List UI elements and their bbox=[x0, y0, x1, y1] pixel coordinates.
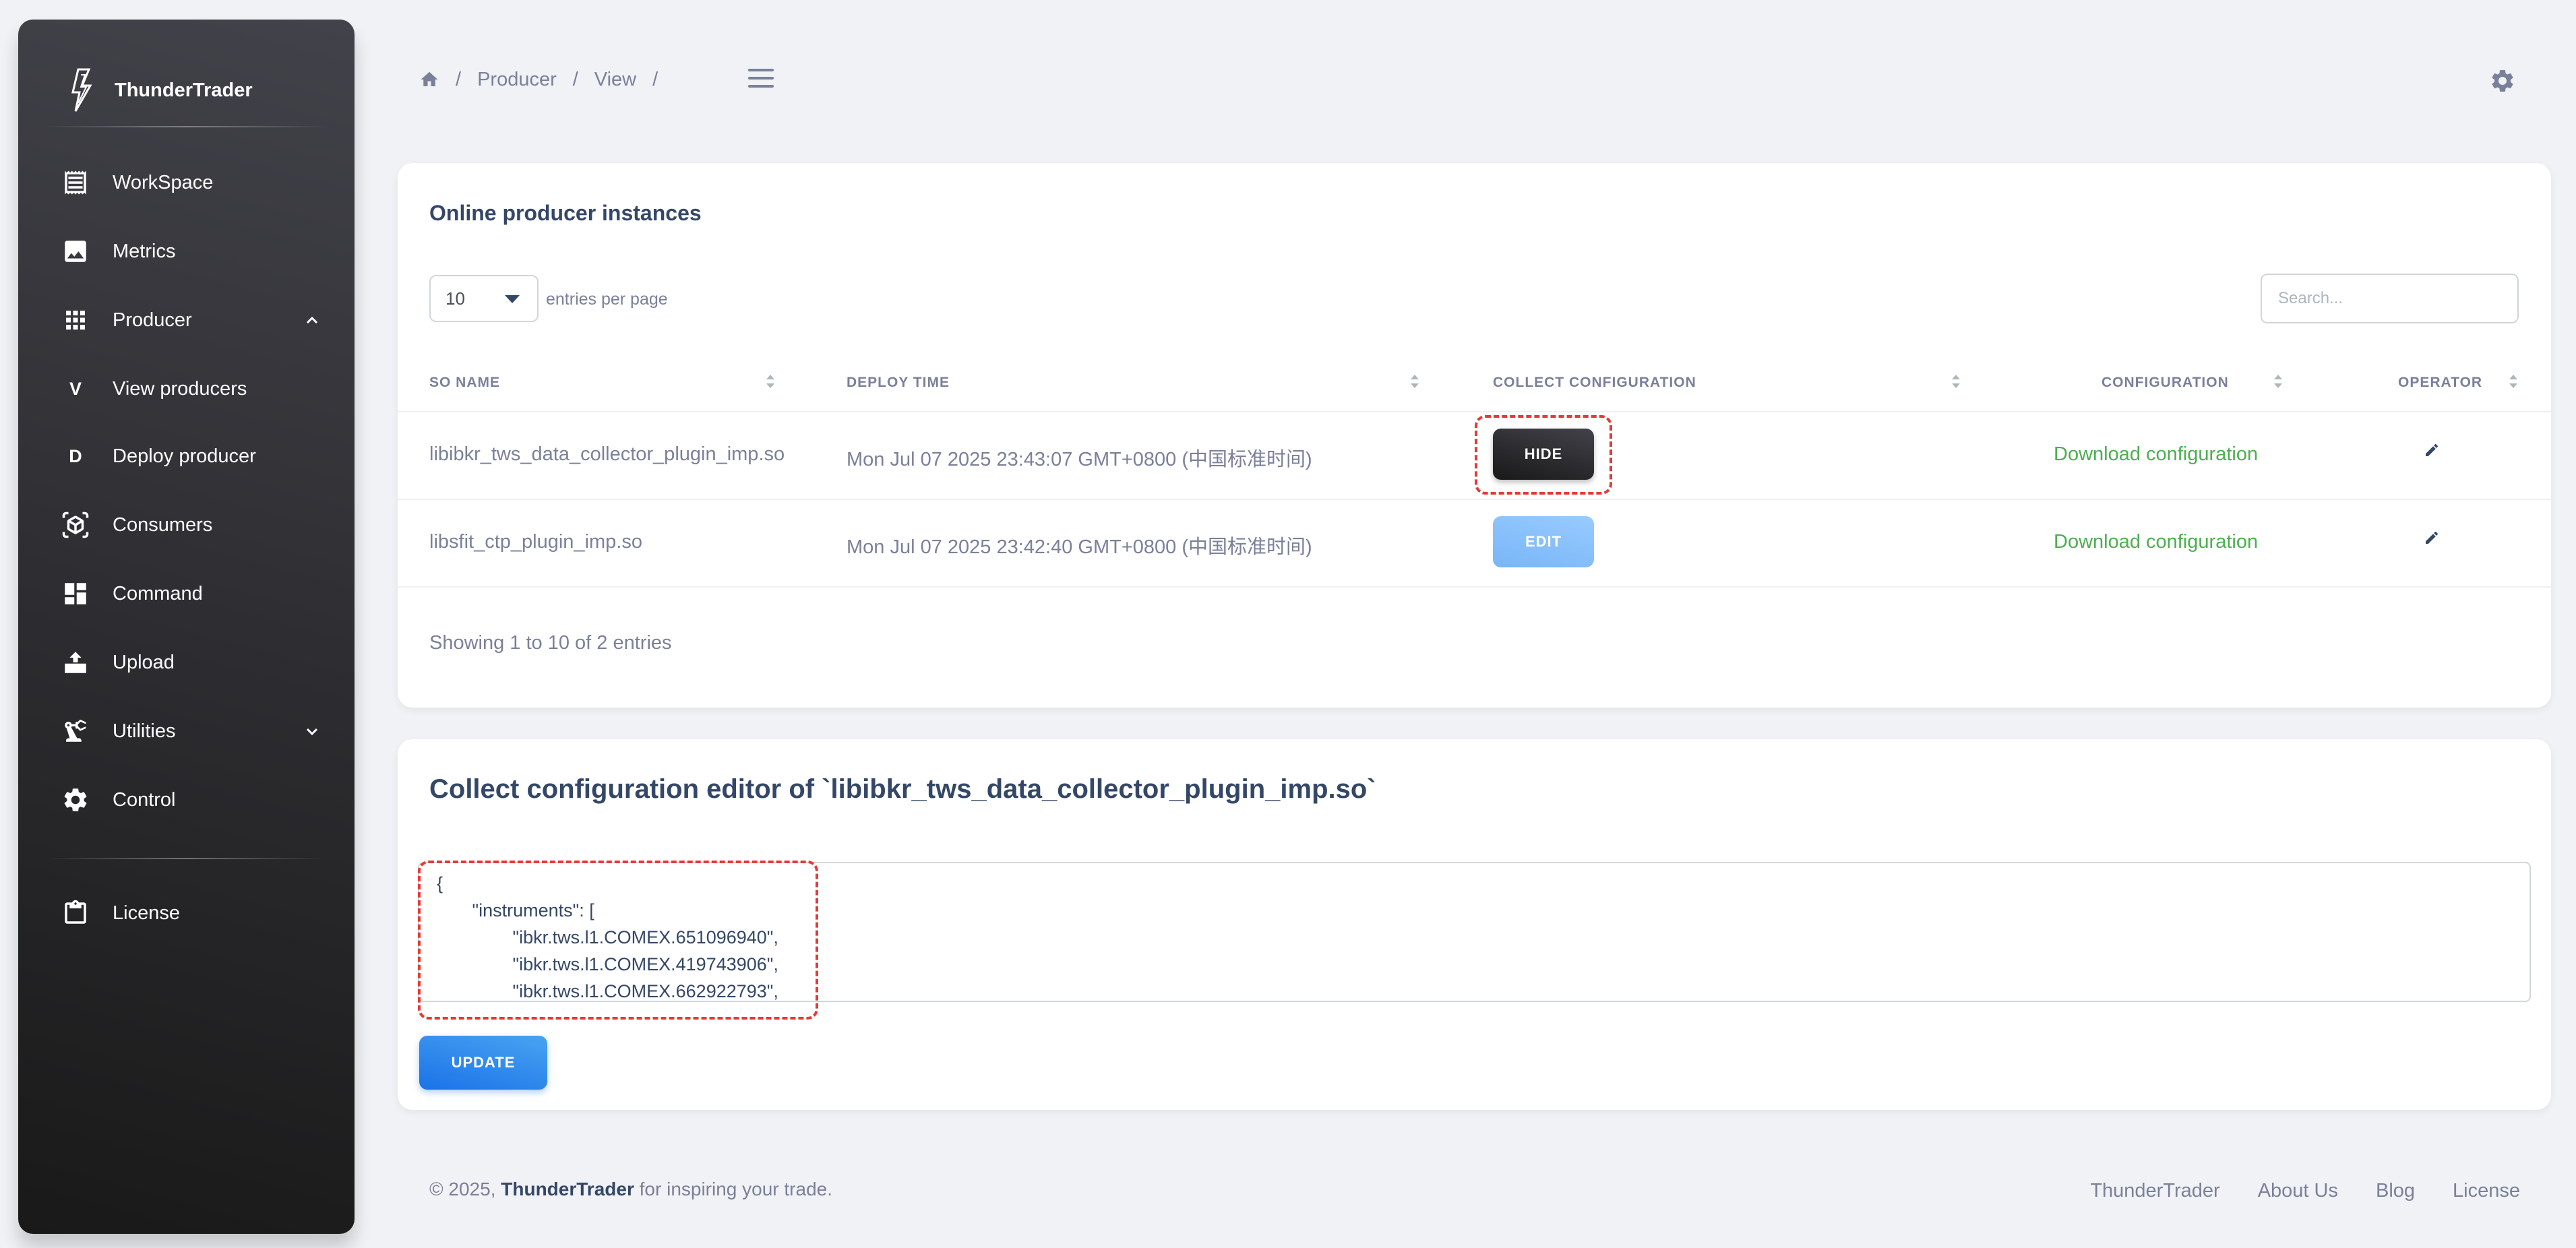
sidebar-item-label: Deploy producer bbox=[113, 445, 256, 467]
breadcrumb-separator: / bbox=[456, 68, 462, 90]
sidebar-item-workspace[interactable]: WorkSpace bbox=[59, 156, 328, 210]
brand[interactable]: ThunderTrader bbox=[69, 60, 253, 121]
clipboard-icon bbox=[59, 896, 92, 930]
editor-line: "ibkr.tws.l1.COMEX.662922793", bbox=[437, 981, 778, 1001]
sidebar-item-letter: D bbox=[69, 445, 82, 466]
footer-brand-link[interactable]: ThunderTrader bbox=[501, 1179, 634, 1199]
sidebar-item-label: Control bbox=[113, 788, 176, 811]
sidebar-item-upload[interactable]: Upload bbox=[59, 635, 328, 689]
sidebar-item-label: License bbox=[113, 902, 180, 924]
column-header-configuration[interactable]: CONFIGURATION bbox=[2102, 375, 2229, 391]
dashboard-icon bbox=[59, 577, 92, 611]
sidebar-item-label: View producers bbox=[113, 377, 247, 400]
copyright-suffix: for inspiring your trade. bbox=[639, 1179, 832, 1199]
search-input[interactable] bbox=[2261, 274, 2519, 323]
footer-link-license[interactable]: License bbox=[2453, 1180, 2520, 1202]
sort-icon[interactable] bbox=[764, 372, 776, 391]
entries-per-page-value: 10 bbox=[446, 288, 465, 309]
sidebar-item-label: Producer bbox=[113, 309, 192, 331]
sort-icon[interactable] bbox=[1950, 372, 1962, 391]
config-json-textarea[interactable]: { "instruments": [ "ibkr.tws.l1.COMEX.65… bbox=[418, 862, 2531, 1002]
column-header-so-name[interactable]: SO NAME bbox=[429, 375, 500, 391]
sidebar-divider bbox=[45, 126, 327, 127]
column-header-deploy-time[interactable]: DEPLOY TIME bbox=[847, 375, 950, 391]
download-configuration-link[interactable]: Download configuration bbox=[2054, 443, 2258, 466]
table-divider bbox=[398, 586, 2551, 588]
sort-icon[interactable] bbox=[2272, 372, 2284, 391]
producer-instances-card: Online producer instances 10 entries per… bbox=[398, 163, 2551, 708]
sidebar-item-label: Consumers bbox=[113, 513, 213, 536]
table-divider bbox=[398, 411, 2551, 412]
lightning-logo-icon bbox=[69, 68, 97, 113]
sidebar-item-producer[interactable]: Producer bbox=[59, 293, 328, 347]
entries-per-page-select[interactable]: 10 bbox=[429, 275, 539, 322]
sidebar-item-metrics[interactable]: Metrics bbox=[59, 224, 328, 278]
settings-gear-icon[interactable] bbox=[2489, 67, 2516, 94]
gear-icon bbox=[59, 783, 92, 817]
breadcrumb-item-view[interactable]: View bbox=[594, 69, 636, 91]
edit-collect-config-button[interactable]: EDIT bbox=[1493, 516, 1594, 567]
sidebar-item-deploy-producer[interactable]: D Deploy producer bbox=[59, 429, 328, 483]
sidebar-item-consumers[interactable]: Consumers bbox=[59, 498, 328, 552]
sidebar-divider bbox=[45, 858, 327, 859]
sidebar-item-label: Metrics bbox=[113, 240, 176, 262]
hide-collect-config-button[interactable]: HIDE bbox=[1493, 429, 1594, 480]
upload-icon bbox=[59, 646, 92, 679]
chevron-down-icon bbox=[303, 722, 321, 741]
caret-down-icon bbox=[505, 295, 520, 303]
sidebar-item-command[interactable]: Command bbox=[59, 567, 328, 621]
sort-icon[interactable] bbox=[2507, 372, 2519, 391]
pagination-info: Showing 1 to 10 of 2 entries bbox=[429, 632, 672, 654]
precision-manufacturing-icon bbox=[59, 714, 92, 748]
column-header-operator[interactable]: OPERATOR bbox=[2398, 375, 2482, 391]
menu-toggle-icon[interactable] bbox=[747, 65, 776, 92]
sidebar-item-label: Command bbox=[113, 582, 203, 604]
sort-icon[interactable] bbox=[1409, 372, 1421, 391]
sidebar-item-letter: V bbox=[69, 378, 82, 399]
column-header-collect-configuration[interactable]: COLLECT CONFIGURATION bbox=[1493, 375, 1696, 391]
card-title: Online producer instances bbox=[429, 201, 702, 225]
view-in-ar-icon bbox=[59, 508, 92, 542]
image-icon bbox=[59, 235, 92, 268]
home-icon[interactable] bbox=[419, 69, 439, 90]
footer-link-thundertrader[interactable]: ThunderTrader bbox=[2090, 1180, 2219, 1202]
footer-copyright: © 2025, ThunderTrader for inspiring your… bbox=[429, 1179, 832, 1200]
apps-grid-icon bbox=[59, 303, 92, 337]
deploy-time-cell: Mon Jul 07 2025 23:43:07 GMT+0800 (中国标准时… bbox=[847, 449, 1312, 470]
editor-line: "ibkr.tws.l1.COMEX.651096940", bbox=[437, 927, 778, 947]
footer-link-about-us[interactable]: About Us bbox=[2258, 1180, 2338, 1202]
sidebar-item-license[interactable]: License bbox=[59, 886, 328, 940]
breadcrumb-separator: / bbox=[652, 68, 658, 90]
brand-name: ThunderTrader bbox=[115, 79, 253, 101]
breadcrumb-item-producer[interactable]: Producer bbox=[477, 69, 557, 91]
sidebar-item-label: WorkSpace bbox=[113, 171, 214, 193]
editor-line: { bbox=[437, 873, 443, 894]
so-name-cell: libibkr_tws_data_collector_plugin_imp.so bbox=[429, 443, 785, 465]
download-configuration-link[interactable]: Download configuration bbox=[2054, 531, 2258, 553]
edit-pencil-icon[interactable] bbox=[2424, 442, 2440, 458]
card-title: Collect configuration editor of `libibkr… bbox=[429, 774, 1376, 804]
sidebar-item-view-producers[interactable]: V View producers bbox=[59, 362, 328, 416]
editor-line: "ibkr.tws.l1.COMEX.419743906", bbox=[437, 954, 778, 974]
sidebar-item-label: Upload bbox=[113, 651, 175, 673]
collect-config-editor-card: Collect configuration editor of `libibkr… bbox=[398, 739, 2551, 1110]
sidebar-item-utilities[interactable]: Utilities bbox=[59, 704, 328, 758]
editor-line: "instruments": [ bbox=[437, 900, 594, 921]
sidebar: ThunderTrader WorkSpace Metrics Producer… bbox=[18, 20, 355, 1234]
footer-links: ThunderTrader About Us Blog License bbox=[2090, 1180, 2520, 1202]
update-button[interactable]: UPDATE bbox=[419, 1036, 547, 1090]
footer-link-blog[interactable]: Blog bbox=[2376, 1180, 2415, 1202]
chevron-up-icon bbox=[303, 311, 321, 330]
copyright-prefix: © 2025, bbox=[429, 1179, 496, 1199]
table-divider bbox=[398, 499, 2551, 500]
sidebar-item-control[interactable]: Control bbox=[59, 773, 328, 827]
edit-pencil-icon[interactable] bbox=[2424, 530, 2440, 546]
entries-per-page-label: entries per page bbox=[546, 290, 668, 309]
so-name-cell: libsfit_ctp_plugin_imp.so bbox=[429, 531, 642, 553]
receipt-icon bbox=[59, 166, 92, 199]
sidebar-item-label: Utilities bbox=[113, 720, 176, 742]
breadcrumb: / Producer / View / bbox=[419, 65, 674, 94]
deploy-time-cell: Mon Jul 07 2025 23:42:40 GMT+0800 (中国标准时… bbox=[847, 536, 1312, 558]
breadcrumb-separator: / bbox=[572, 68, 578, 90]
